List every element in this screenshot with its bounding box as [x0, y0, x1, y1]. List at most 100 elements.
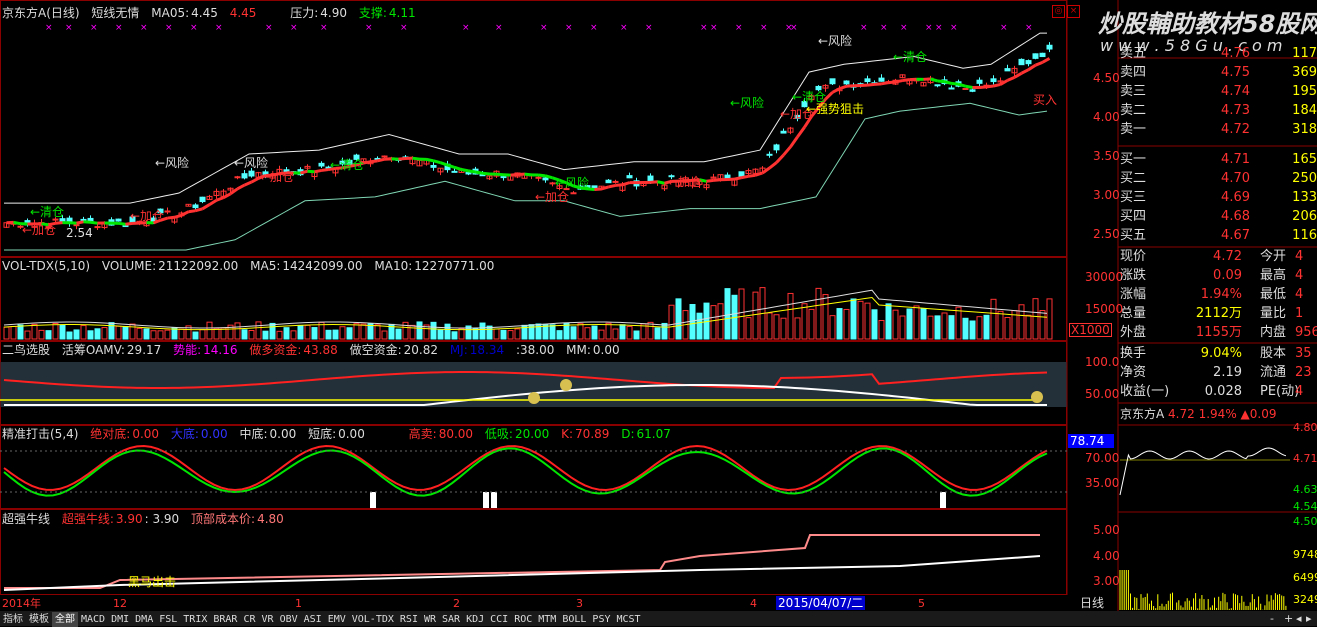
order-volume: 117: [1268, 45, 1317, 62]
close-icon[interactable]: ×: [1067, 5, 1080, 18]
tab-mcst[interactable]: MCST: [613, 612, 643, 627]
quote-value: 4: [1295, 286, 1303, 303]
candle-body: [970, 90, 975, 91]
order-book-row[interactable]: 买一4.71165: [1120, 151, 1317, 168]
scroll-right-icon[interactable]: ▸: [1306, 612, 1312, 625]
mini-name: 京东方A: [1120, 407, 1164, 421]
quote-value: 956.: [1295, 324, 1317, 341]
volume-bar: [18, 325, 23, 339]
window-restore-icon[interactable]: ◎: [1052, 5, 1065, 18]
tab-brar[interactable]: BRAR: [210, 612, 240, 627]
smiley-icon: [1031, 391, 1043, 403]
horse-label: 黑马出击: [128, 575, 176, 589]
tab-cci[interactable]: CCI: [487, 612, 511, 627]
tab-指标[interactable]: 指标: [0, 612, 26, 627]
ma-segment: [427, 159, 434, 160]
signal-mark: ×: [365, 23, 373, 33]
volume-bar: [872, 310, 877, 339]
bottom-signal-bar: [491, 492, 497, 508]
candle-body: [1005, 69, 1010, 71]
bull-panel-header: 超强牛线 超强牛线:3.90: 3.90 顶部成本价:4.80: [2, 512, 292, 526]
tab-boll[interactable]: BOLL: [559, 612, 589, 627]
x-axis-label: 12: [113, 597, 127, 611]
amv-label: 活筹OAMV:: [62, 343, 125, 357]
order-book-row[interactable]: 卖四4.75369: [1120, 64, 1317, 81]
ma-segment: [301, 171, 308, 173]
candle-body: [879, 78, 884, 81]
volume-bar: [46, 331, 51, 339]
tab-roc[interactable]: ROC: [511, 612, 535, 627]
quote-value: 2112万: [1166, 305, 1242, 322]
volume-value: 21122092.00: [158, 259, 238, 273]
quote-row: 总量2112万量比1: [1120, 305, 1317, 322]
order-book-row[interactable]: 买二4.70250: [1120, 170, 1317, 187]
tab-asi[interactable]: ASI: [301, 612, 325, 627]
order-price: 4.69: [1200, 189, 1250, 206]
order-label: 卖一: [1120, 121, 1146, 138]
order-label: 买二: [1120, 170, 1146, 187]
mini-pct: 1.94%: [1199, 407, 1237, 421]
precise-title: 精准打击(5,4): [2, 427, 78, 441]
signal-mark: ×: [645, 23, 653, 33]
ma-segment: [56, 223, 63, 224]
tab-模板[interactable]: 模板: [26, 612, 52, 627]
order-book-row[interactable]: 买四4.68206: [1120, 208, 1317, 225]
mini-vol-tick: 3249: [1293, 593, 1317, 607]
tab-dma[interactable]: DMA: [132, 612, 156, 627]
order-price: 4.74: [1200, 83, 1250, 100]
candle-body: [648, 176, 653, 180]
tab-psy[interactable]: PSY: [589, 612, 613, 627]
ma-segment: [189, 211, 196, 212]
period-label[interactable]: 日线: [1080, 596, 1104, 610]
tab-trix[interactable]: TRIX: [180, 612, 210, 627]
candle-body: [963, 88, 968, 89]
volume-bar: [886, 304, 891, 339]
order-book-row[interactable]: 卖二4.73184: [1120, 102, 1317, 119]
signal-mark: ×: [790, 23, 798, 33]
order-book-row[interactable]: 卖五4.76117: [1120, 45, 1317, 62]
zoom-out-icon[interactable]: -: [1270, 612, 1274, 625]
order-price: 4.71: [1200, 151, 1250, 168]
tab-vol-tdx[interactable]: VOL-TDX: [349, 612, 397, 627]
ma-segment: [511, 175, 518, 176]
tab-sar[interactable]: SAR: [439, 612, 463, 627]
signal-mark: ×: [590, 23, 598, 33]
low-buy-label: 低吸:: [485, 427, 513, 441]
tab-macd[interactable]: MACD: [78, 612, 108, 627]
volume-bar: [326, 330, 331, 339]
candle-body: [767, 154, 772, 155]
order-book-row[interactable]: 卖一4.72318: [1120, 121, 1317, 138]
ma-segment: [483, 173, 490, 174]
quote-value: 9.04%: [1166, 345, 1242, 362]
ma-segment: [462, 170, 469, 171]
ma-segment: [434, 161, 441, 163]
ma-segment: [168, 217, 175, 218]
tab-kdj[interactable]: KDJ: [463, 612, 487, 627]
ma-segment: [175, 215, 182, 217]
tab-emv[interactable]: EMV: [325, 612, 349, 627]
order-book-row[interactable]: 买五4.67116: [1120, 227, 1317, 244]
ma-segment: [875, 84, 882, 85]
tab-vr[interactable]: VR: [259, 612, 277, 627]
tab-cr[interactable]: CR: [240, 612, 258, 627]
tab-dmi[interactable]: DMI: [108, 612, 132, 627]
x-axis-label: 2: [453, 597, 460, 611]
order-book-row[interactable]: 卖三4.74195: [1120, 83, 1317, 100]
tab-obv[interactable]: OBV: [277, 612, 301, 627]
zoom-in-icon[interactable]: +: [1284, 612, 1293, 625]
signal-mark: ×: [215, 23, 223, 33]
tab-fsl[interactable]: FSL: [156, 612, 180, 627]
quote-row: 外盘1155万内盘956.: [1120, 324, 1317, 341]
volume-bar: [921, 309, 926, 339]
signal-mark: ×: [860, 23, 868, 33]
volume-bar: [123, 327, 128, 339]
scroll-left-icon[interactable]: ◂: [1296, 612, 1302, 625]
candle-body: [830, 79, 835, 84]
tab-mtm[interactable]: MTM: [535, 612, 559, 627]
ma-segment: [371, 161, 378, 162]
tab-全部[interactable]: 全部: [52, 612, 78, 627]
tab-wr[interactable]: WR: [421, 612, 439, 627]
tab-rsi[interactable]: RSI: [397, 612, 421, 627]
ma-segment: [322, 170, 329, 171]
order-book-row[interactable]: 买三4.69133: [1120, 189, 1317, 206]
